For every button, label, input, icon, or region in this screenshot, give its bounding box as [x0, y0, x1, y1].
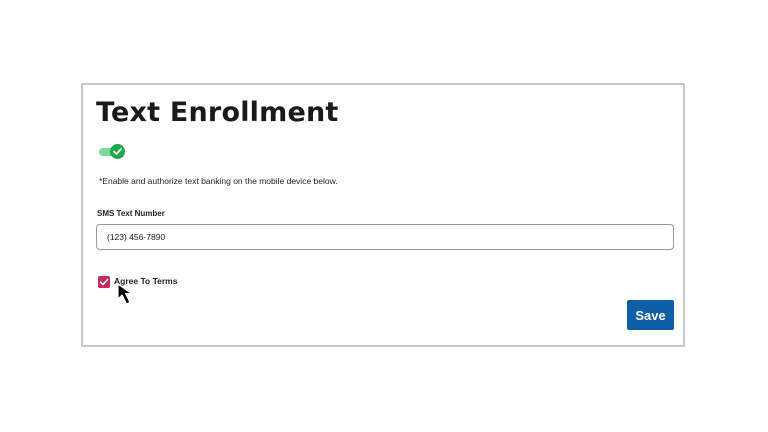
sms-number-label: SMS Text Number	[97, 209, 165, 218]
save-button[interactable]: Save	[627, 300, 674, 330]
agree-terms-checkbox[interactable]	[98, 276, 110, 288]
page: Text Enrollment *Enable and authorize te…	[0, 0, 768, 432]
checkmark-icon	[99, 278, 109, 286]
toggle-knob	[110, 144, 125, 159]
text-banking-toggle[interactable]	[99, 144, 125, 159]
enable-note: *Enable and authorize text banking on th…	[99, 176, 338, 186]
agree-terms-label[interactable]: Agree To Terms	[114, 276, 177, 286]
check-icon	[113, 148, 122, 155]
sms-number-input[interactable]	[96, 224, 674, 250]
page-title: Text Enrollment	[96, 97, 339, 128]
text-enrollment-card: Text Enrollment *Enable and authorize te…	[81, 83, 685, 347]
